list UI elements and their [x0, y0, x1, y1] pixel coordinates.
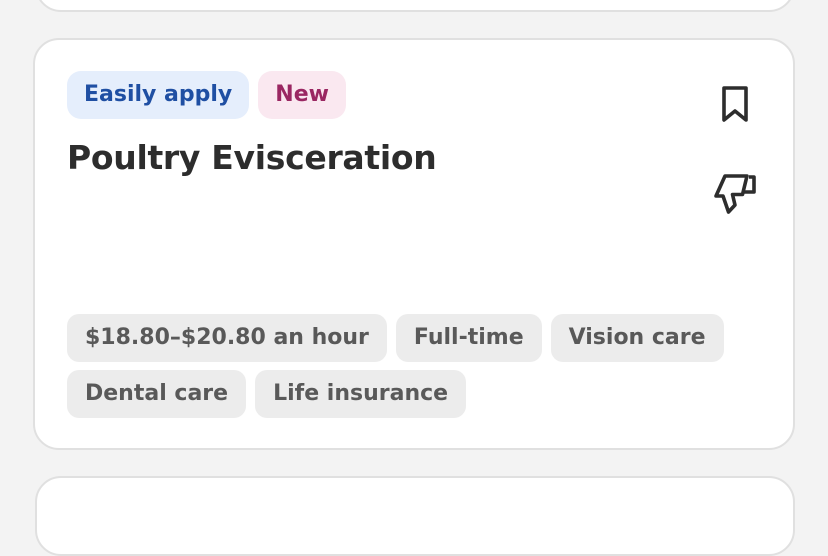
bookmark-icon: [722, 86, 748, 122]
badge-row: Easily apply New: [67, 71, 346, 119]
thumbs-down-icon: [714, 174, 756, 214]
next-job-card[interactable]: [35, 476, 795, 556]
easily-apply-badge: Easily apply: [67, 71, 250, 119]
benefit-tag-vision: Vision care: [550, 314, 724, 362]
job-title[interactable]: Poultry Evisceration: [67, 138, 437, 177]
not-interested-button[interactable]: [711, 170, 759, 218]
previous-job-card[interactable]: [35, 0, 795, 12]
benefit-tag-dental: Dental care: [67, 370, 247, 418]
benefit-tag-life-insurance: Life insurance: [255, 370, 467, 418]
save-job-button[interactable]: [711, 80, 759, 128]
job-attributes: $18.80–$20.80 an hour Full-time Vision c…: [67, 314, 747, 418]
job-type-tag: Full-time: [395, 314, 542, 362]
new-badge: New: [258, 71, 346, 119]
salary-tag: $18.80–$20.80 an hour: [67, 314, 387, 362]
job-card[interactable]: Easily apply New Poultry Evisceration $1…: [33, 38, 795, 450]
